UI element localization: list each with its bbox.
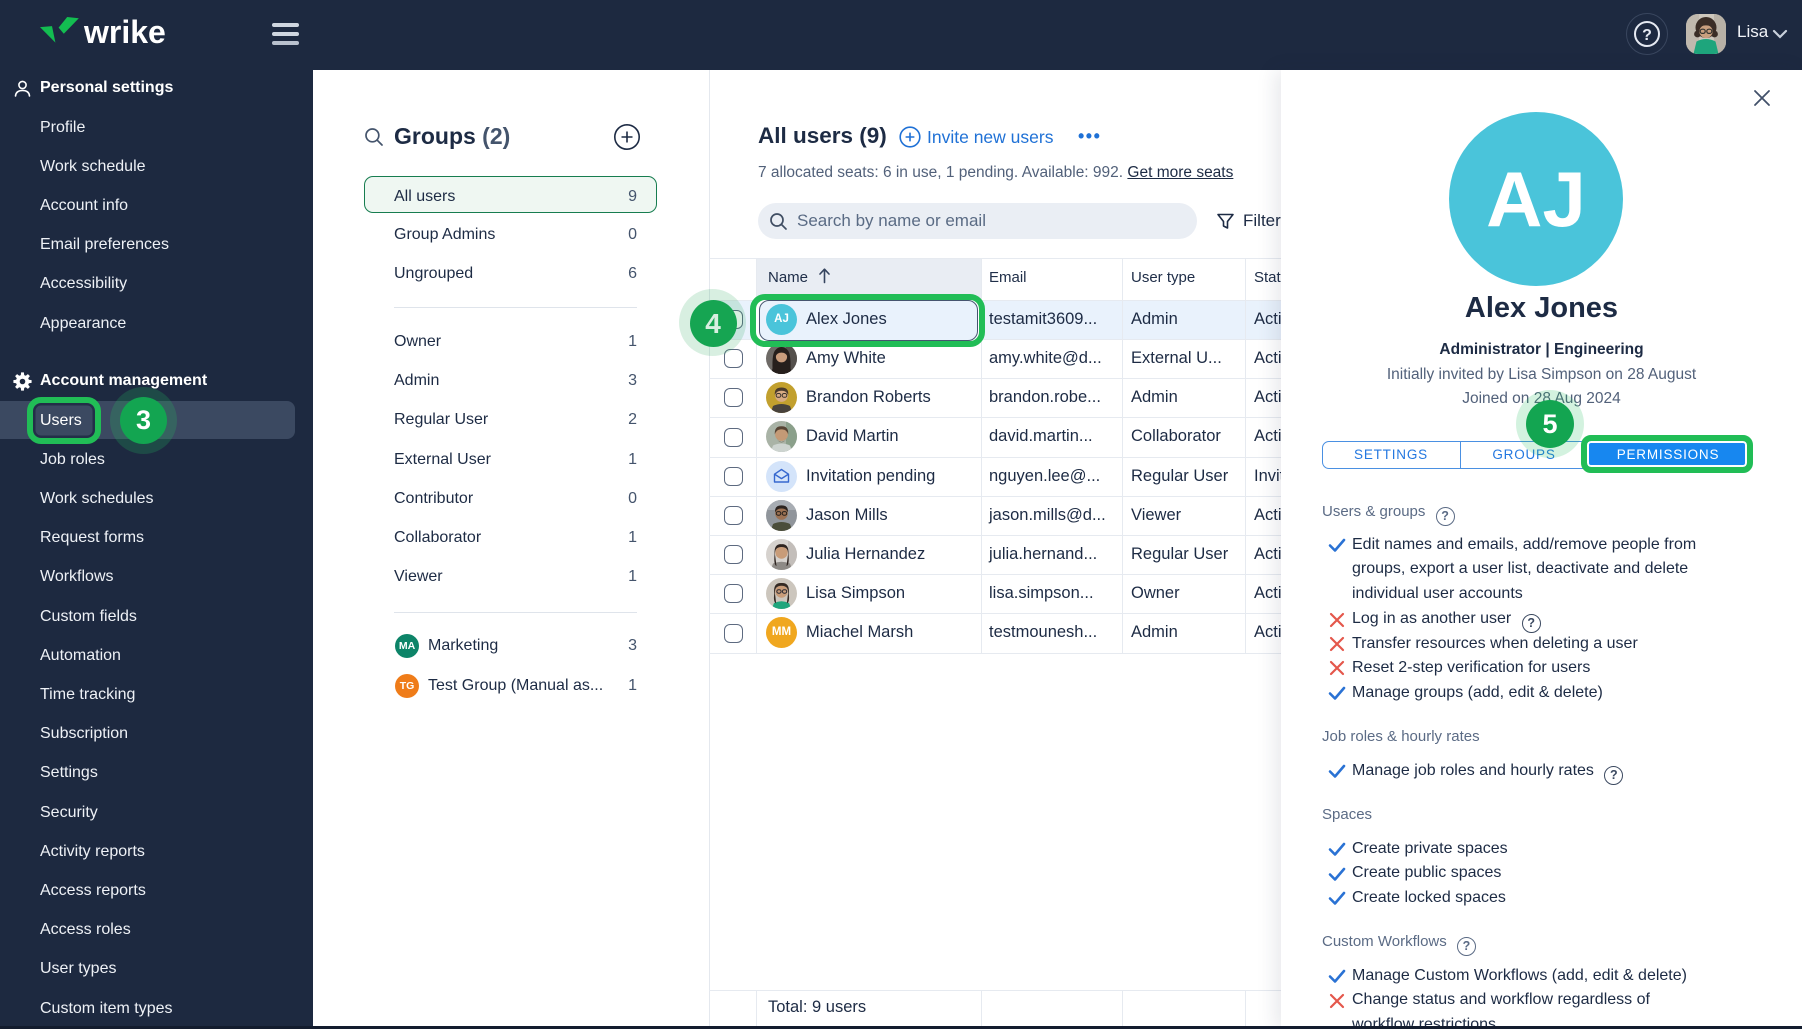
svg-text:wrike: wrike	[83, 14, 166, 50]
